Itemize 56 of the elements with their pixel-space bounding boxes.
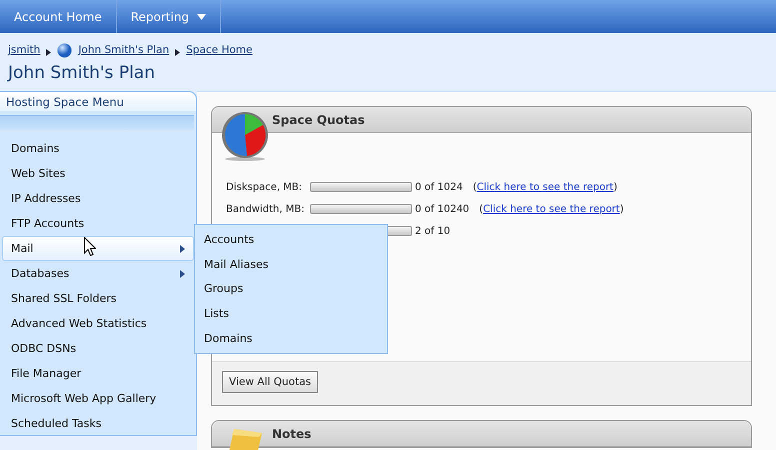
breadcrumb-link[interactable]: Space Home [186,44,252,56]
sidebar-item[interactable]: Microsoft Web App Gallery [2,386,194,411]
panel-title: Notes [272,426,312,440]
paren: ) [620,204,624,214]
paren: ( [479,204,484,214]
item-label: Microsoft Web App Gallery [11,392,156,405]
breadcrumb-link[interactable]: jsmith [8,44,40,56]
quota-label: Diskspace, MB: [226,182,304,192]
sidebar-item[interactable]: Scheduled Tasks [2,411,194,436]
item-label: Databases [11,267,70,280]
item-label: IP Addresses [11,192,81,205]
sidebar-item[interactable]: Web Sites [2,161,194,186]
separator-icon [46,49,52,56]
report-link[interactable]: Click here to see the report [483,204,620,214]
pie-chart-icon [220,111,270,161]
sidebar-item[interactable]: File Manager [2,361,194,386]
sidebar-item[interactable]: Databases [2,261,194,286]
report-link[interactable]: Click here to see the report [476,182,614,192]
nav-tab[interactable]: Account Home [0,0,117,33]
quota-reading: 2 of 10 [415,226,450,236]
submenu-item[interactable]: Domains [195,326,387,351]
nav-tab[interactable]: Reporting [116,0,222,33]
page-title: John Smith's Plan [8,63,156,85]
panel-title: Space Quotas [272,112,365,126]
quota-reading: 0 of 1024 [415,182,463,192]
separator-icon [175,49,180,56]
submenu-item[interactable]: Groups [195,276,387,302]
quota-reading: 0 of 10240 [415,204,470,214]
paren: ( [472,182,477,192]
item-label: Scheduled Tasks [11,417,102,430]
item-label: File Manager [11,367,82,380]
submenu-item[interactable]: Mail Aliases [195,252,387,277]
item-label: ODBC DSNs [11,342,76,355]
sidebar-item[interactable]: Domains [2,136,194,161]
item-label: Mail [11,242,34,255]
quota-label: Bandwidth, MB: [226,204,306,214]
item-label: Advanced Web Statistics [11,317,147,330]
paren: ) [613,182,618,192]
breadcrumb-link[interactable]: John Smith's Plan [78,44,170,56]
item-label: Web Sites [11,167,66,180]
view-quotas-button[interactable]: View All Quotas [222,371,318,393]
submenu-item[interactable]: Accounts [195,227,387,252]
submenu-item[interactable]: Lists [195,301,387,326]
sidebar-item[interactable]: FTP Accounts [2,211,194,236]
item-label: FTP Accounts [11,217,84,230]
globe-icon [57,42,72,58]
sidebar-title: Hosting Space Menu [0,92,196,111]
item-label: Domains [11,142,60,155]
item-label: Shared SSL Folders [11,292,117,305]
sidebar-item[interactable]: IP Addresses [2,186,194,211]
sidebar-item[interactable]: Mail [2,236,194,261]
sidebar-item[interactable]: Advanced Web Statistics [2,311,194,336]
cursor-icon [84,237,96,256]
note-icon [228,427,264,450]
sidebar-item[interactable]: Shared SSL Folders [2,286,194,311]
sidebar-item[interactable]: ODBC DSNs [2,336,194,361]
